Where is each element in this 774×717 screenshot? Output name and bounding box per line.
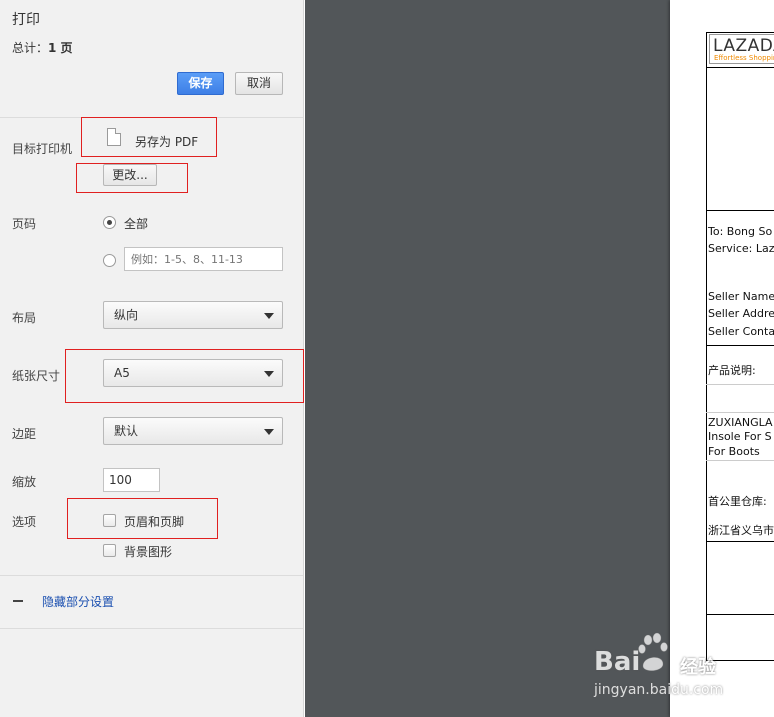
page-total: 总计：1 页: [12, 39, 73, 56]
paper-size-label: 纸张尺寸: [12, 369, 61, 383]
cancel-button[interactable]: 取消: [235, 72, 283, 95]
scale-input[interactable]: [103, 468, 160, 492]
pages-label: 页码: [12, 217, 37, 231]
chevron-down-icon: [264, 429, 274, 435]
destination-label: 目标打印机: [12, 142, 73, 156]
divider: [706, 412, 774, 413]
layout-value: 纵向: [114, 308, 139, 322]
shipping-label: [706, 32, 774, 661]
options-label: 选项: [12, 515, 37, 529]
layout-label: 布局: [12, 311, 37, 325]
annotation-box-change: [76, 163, 188, 193]
divider: [706, 384, 774, 385]
pages-range-input[interactable]: [124, 247, 283, 271]
seller-name-text: Seller Name: [708, 290, 774, 303]
background-graphics-checkbox[interactable]: [103, 544, 116, 557]
page-total-value: 1 页: [48, 41, 73, 55]
warehouse-address: 浙江省义乌市: [708, 524, 774, 537]
print-header: 打印 总计：1 页 保存 取消: [0, 0, 303, 118]
divider: [706, 210, 774, 211]
less-settings-link[interactable]: 隐藏部分设置: [42, 593, 114, 610]
watermark-brand: Bai: [594, 647, 641, 677]
annotation-box-headers: [67, 498, 218, 539]
item-line-2: Insole For S: [708, 430, 772, 443]
watermark-brand-2: 经验: [680, 657, 716, 678]
first-mile-warehouse-label: 首公里仓库:: [708, 495, 767, 508]
pages-custom-radio[interactable]: [103, 254, 116, 267]
margins-label: 边距: [12, 427, 37, 441]
item-line-1: ZUXIANGLA: [708, 416, 773, 429]
margins-value: 默认: [114, 424, 139, 438]
service-text: Service: Laz: [708, 242, 774, 255]
seller-address-text: Seller Addre: [708, 307, 774, 320]
layout-select[interactable]: 纵向: [103, 301, 283, 329]
background-graphics-label: 背景图形: [124, 545, 173, 559]
less-settings-bar[interactable]: 隐藏部分设置: [0, 575, 303, 629]
divider: [706, 541, 774, 542]
margins-select[interactable]: 默认: [103, 417, 283, 445]
recipient-text: To: Bong So: [708, 225, 773, 238]
pages-all-label: 全部: [124, 217, 149, 231]
lazada-logo: LAZADA: [713, 36, 774, 56]
chevron-down-icon: [264, 313, 274, 319]
scale-label: 缩放: [12, 475, 37, 489]
watermark-url: jingyan.baidu.com: [594, 682, 724, 698]
item-line-3: For Boots: [708, 445, 760, 458]
product-description-label: 产品说明:: [708, 364, 756, 377]
annotation-box-paper-size: [65, 349, 304, 403]
page-total-label: 总计：: [12, 41, 49, 55]
seller-contact-text: Seller Conta: [708, 325, 774, 338]
divider: [706, 67, 774, 68]
pages-all-radio[interactable]: [103, 216, 116, 229]
minus-icon: [13, 600, 23, 602]
print-title: 打印: [12, 12, 40, 28]
divider: [706, 614, 774, 615]
divider: [706, 460, 774, 461]
save-button[interactable]: 保存: [177, 72, 224, 95]
lazada-logo-tagline: Effortless Shopping: [714, 54, 774, 62]
annotation-box-destination: [81, 117, 217, 157]
divider: [706, 345, 774, 346]
